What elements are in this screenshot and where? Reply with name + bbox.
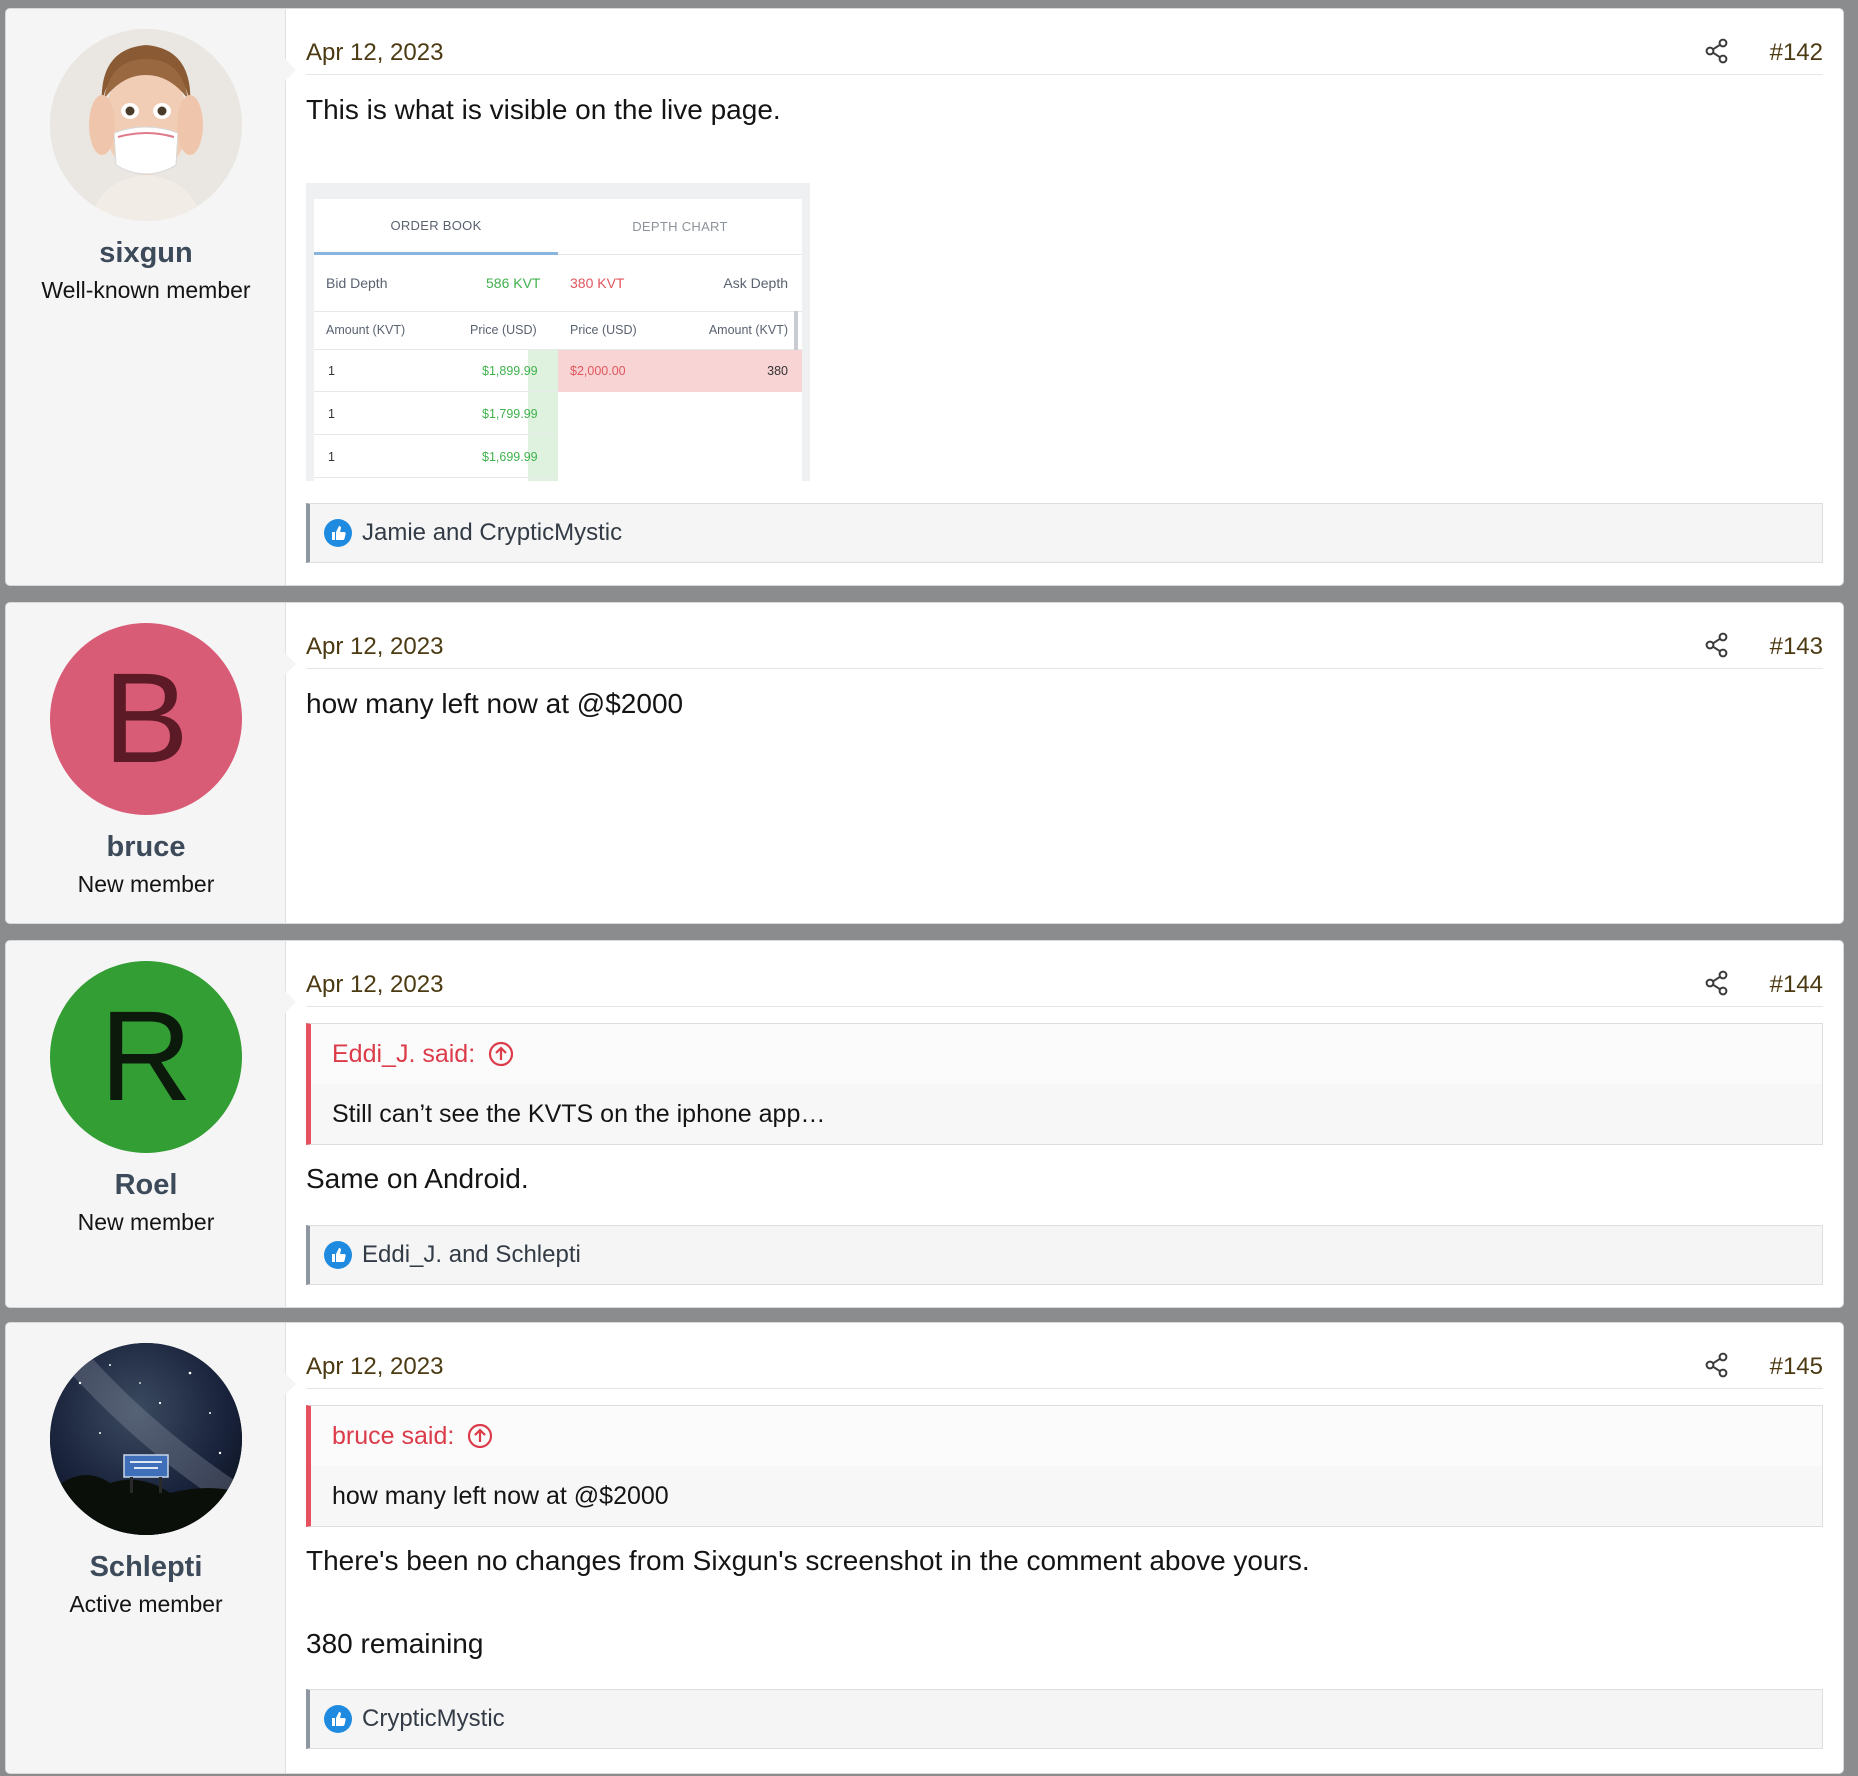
- like-icon: [324, 1241, 352, 1269]
- bid-amount: 1: [328, 407, 335, 421]
- bid-depth-label: Bid Depth: [326, 275, 388, 291]
- share-icon[interactable]: [1703, 1351, 1731, 1379]
- avatar-initial: R: [99, 985, 193, 1128]
- post-number-link[interactable]: #145: [1770, 1353, 1823, 1381]
- post-date[interactable]: Apr 12, 2023: [306, 633, 443, 661]
- quote-author-link[interactable]: Eddi_J. said:: [332, 1040, 475, 1069]
- bid-price: $1,799.99: [482, 407, 538, 421]
- col-bid-amount: Amount (KVT): [326, 323, 406, 337]
- post-date[interactable]: Apr 12, 2023: [306, 39, 443, 67]
- divider: [314, 391, 558, 392]
- user-title: Active member: [69, 1591, 223, 1617]
- reactions-text[interactable]: CrypticMystic: [362, 1705, 505, 1733]
- user-title: New member: [77, 1209, 215, 1235]
- avatar[interactable]: R: [50, 961, 242, 1153]
- post-header: Apr 12, 2023 #145: [306, 1345, 1823, 1389]
- bid-amount: 1: [328, 364, 335, 378]
- post-date[interactable]: Apr 12, 2023: [306, 1353, 443, 1381]
- masked-woman-avatar-icon: [50, 29, 242, 221]
- reactions-bar[interactable]: Eddi_J. and Schlepti: [306, 1225, 1823, 1285]
- bid-depth-value: 586 KVT: [486, 275, 541, 291]
- post-content: Apr 12, 2023 #142 This is what is visibl…: [306, 9, 1823, 585]
- avatar[interactable]: [50, 1343, 242, 1535]
- jump-to-quote-icon[interactable]: [466, 1422, 494, 1450]
- user-title: Well-known member: [41, 277, 251, 303]
- avatar[interactable]: B: [50, 623, 242, 815]
- post-number-link[interactable]: #143: [1770, 633, 1823, 661]
- quote-block: Eddi_J. said: Still can’t see the KVTS o…: [306, 1023, 1823, 1145]
- depth-chart-tab: DEPTH CHART: [558, 199, 802, 255]
- order-book-tab: ORDER BOOK: [314, 199, 558, 255]
- post-header: Apr 12, 2023 #144: [306, 963, 1823, 1007]
- share-icon[interactable]: [1703, 969, 1731, 997]
- user-cell: R Roel New member: [6, 941, 296, 1307]
- username[interactable]: Roel: [6, 1169, 286, 1202]
- ask-depth-value: 380 KVT: [570, 275, 625, 291]
- user-cell: B bruce New member: [6, 603, 296, 923]
- user-cell: sixgun Well-known member: [6, 9, 296, 585]
- avatar-initial: B: [103, 647, 189, 790]
- jump-to-quote-icon[interactable]: [487, 1040, 515, 1068]
- post-content: Apr 12, 2023 #143 how many left now at @…: [306, 603, 1823, 923]
- post-body-text: Same on Android.: [306, 1163, 529, 1194]
- post-content: Apr 12, 2023 #145 bruce said: how many l…: [306, 1323, 1823, 1773]
- share-icon[interactable]: [1703, 631, 1731, 659]
- night-sky-sign-avatar-icon: [50, 1343, 242, 1535]
- bid-amount: 1: [328, 450, 335, 464]
- reactions-bar[interactable]: CrypticMystic: [306, 1689, 1823, 1749]
- ask-amount: 380: [767, 364, 788, 378]
- avatar[interactable]: [50, 29, 242, 221]
- post-143: B bruce New member Apr 12, 2023 #143 how…: [5, 602, 1844, 924]
- reactions-text[interactable]: Eddi_J. and Schlepti: [362, 1241, 581, 1269]
- user-cell: Schlepti Active member: [6, 1323, 296, 1773]
- quote-header: bruce said:: [311, 1406, 1822, 1466]
- divider: [314, 477, 558, 478]
- like-icon: [324, 1705, 352, 1733]
- divider: [314, 311, 802, 312]
- post-header: Apr 12, 2023 #142: [306, 31, 1823, 75]
- username[interactable]: sixgun: [6, 237, 286, 270]
- col-bid-price: Price (USD): [470, 323, 537, 337]
- order-book-panel: ORDER BOOK DEPTH CHART Bid Depth 586 KVT…: [314, 199, 802, 481]
- like-icon: [324, 519, 352, 547]
- post-body-text: 380 remaining: [306, 1628, 484, 1659]
- post-142: sixgun Well-known member Apr 12, 2023 #1…: [5, 8, 1844, 586]
- bid-price: $1,699.99: [482, 450, 538, 464]
- user-title: New member: [77, 871, 215, 897]
- post-body-text: how many left now at @$2000: [306, 688, 684, 719]
- col-ask-amount: Amount (KVT): [708, 323, 788, 337]
- reactions-bar[interactable]: Jamie and CrypticMystic: [306, 503, 1823, 563]
- username[interactable]: Schlepti: [6, 1551, 286, 1584]
- order-book-screenshot[interactable]: ORDER BOOK DEPTH CHART Bid Depth 586 KVT…: [306, 183, 810, 481]
- post-number-link[interactable]: #144: [1770, 971, 1823, 999]
- share-icon[interactable]: [1703, 37, 1731, 65]
- divider: [314, 434, 558, 435]
- bid-price: $1,899.99: [482, 364, 538, 378]
- quote-text: how many left now at @$2000: [332, 1482, 669, 1510]
- username[interactable]: bruce: [6, 831, 286, 864]
- post-body-text: This is what is visible on the live page…: [306, 94, 781, 125]
- post-number-link[interactable]: #142: [1770, 39, 1823, 67]
- scrollbar[interactable]: [794, 311, 798, 351]
- post-145: Schlepti Active member Apr 12, 2023 #145…: [5, 1322, 1844, 1774]
- col-ask-price: Price (USD): [570, 323, 637, 337]
- quote-block: bruce said: how many left now at @$2000: [306, 1405, 1823, 1527]
- post-144: R Roel New member Apr 12, 2023 #144 Eddi…: [5, 940, 1844, 1308]
- reactions-text[interactable]: Jamie and CrypticMystic: [362, 519, 622, 547]
- post-body-text: There's been no changes from Sixgun's sc…: [306, 1545, 1310, 1576]
- quote-header: Eddi_J. said:: [311, 1024, 1822, 1084]
- post-content: Apr 12, 2023 #144 Eddi_J. said: Still ca…: [306, 941, 1823, 1307]
- ask-price: $2,000.00: [570, 364, 626, 378]
- quote-author-link[interactable]: bruce said:: [332, 1422, 454, 1451]
- ask-depth-label: Ask Depth: [723, 275, 788, 291]
- post-header: Apr 12, 2023 #143: [306, 625, 1823, 669]
- post-date[interactable]: Apr 12, 2023: [306, 971, 443, 999]
- quote-text: Still can’t see the KVTS on the iphone a…: [332, 1100, 826, 1128]
